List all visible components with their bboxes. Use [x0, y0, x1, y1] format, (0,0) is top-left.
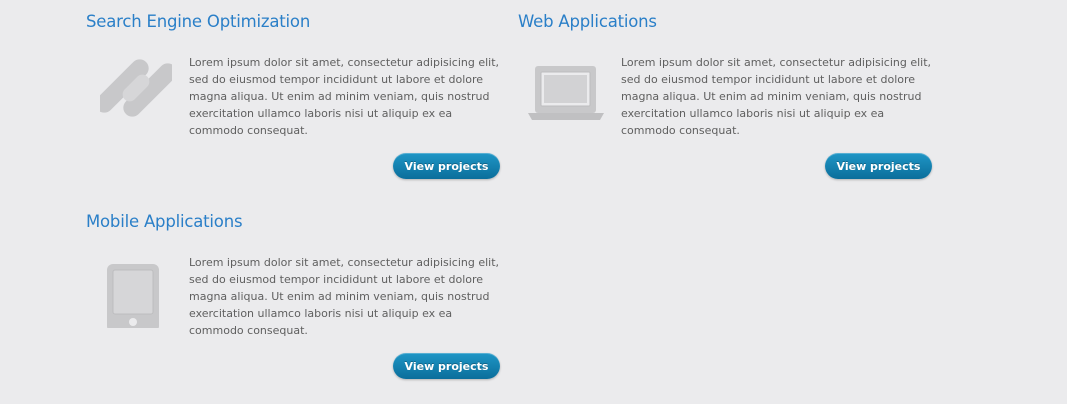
service-description: Lorem ipsum dolor sit amet, consectetur …: [189, 56, 500, 137]
service-title: Search Engine Optimization: [86, 12, 311, 31]
services-page: Search Engine Optimization Lorem ipsum d…: [0, 0, 1067, 404]
service-description: Lorem ipsum dolor sit amet, consectetur …: [189, 256, 500, 337]
service-mobile-applications: Mobile Applications Lorem ipsum dolor si…: [86, 200, 506, 380]
service-title: Web Applications: [518, 12, 657, 31]
view-projects-button[interactable]: View projects: [393, 153, 500, 179]
tablet-icon: [100, 252, 172, 328]
service-description: Lorem ipsum dolor sit amet, consectetur …: [621, 56, 932, 137]
view-projects-button[interactable]: View projects: [825, 153, 932, 179]
service-seo: Search Engine Optimization Lorem ipsum d…: [86, 0, 506, 180]
service-title: Mobile Applications: [86, 212, 243, 231]
laptop-icon: [524, 52, 604, 124]
view-projects-button[interactable]: View projects: [393, 353, 500, 379]
service-web-applications: Web Applications Lorem ipsum dolor sit a…: [518, 0, 938, 180]
link-chain-icon: [100, 52, 172, 124]
